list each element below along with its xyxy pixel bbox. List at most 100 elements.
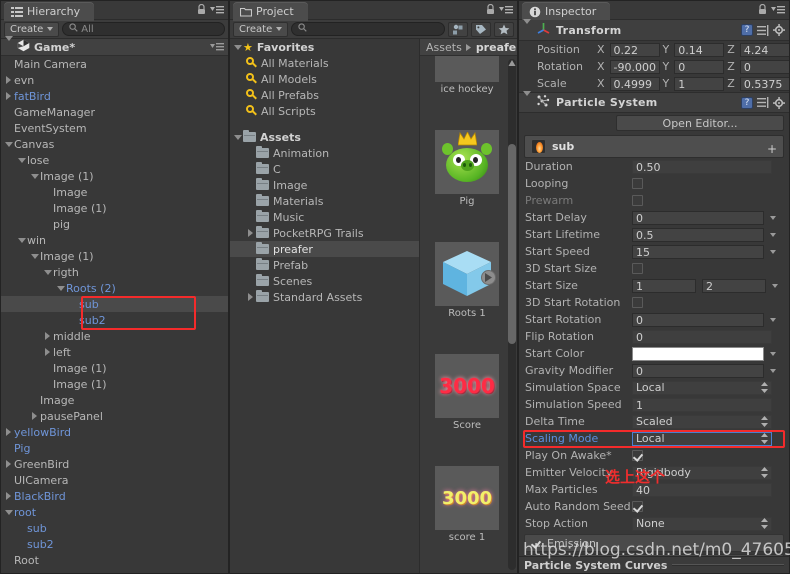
foldout-icon[interactable]: [29, 392, 40, 408]
favorite-all-models[interactable]: All Models: [230, 71, 419, 87]
project-folder-animation[interactable]: Animation: [230, 145, 419, 161]
foldout-icon[interactable]: [245, 177, 256, 193]
foldout-icon[interactable]: [245, 161, 256, 177]
3d-start-rotation-checkbox[interactable]: [632, 297, 643, 308]
foldout-icon[interactable]: [68, 296, 79, 312]
lock-icon[interactable]: [758, 3, 767, 15]
favorites-root[interactable]: ★ Favorites: [230, 39, 419, 55]
foldout-icon[interactable]: [245, 193, 256, 209]
foldout-icon[interactable]: [29, 248, 40, 264]
preset-icon[interactable]: [757, 24, 769, 36]
transform-component-header[interactable]: Transform ?: [519, 18, 789, 41]
transform-rotation-x[interactable]: -90.000: [609, 59, 660, 74]
foldout-icon[interactable]: [3, 504, 14, 520]
hierarchy-item-left[interactable]: left: [1, 344, 228, 360]
foldout-icon[interactable]: [3, 56, 14, 72]
foldout-icon[interactable]: [245, 145, 256, 161]
help-icon[interactable]: ?: [741, 96, 753, 109]
asset-pig[interactable]: Pig: [432, 130, 502, 207]
foldout-icon[interactable]: [232, 129, 243, 145]
start-size-field-max[interactable]: 2: [702, 278, 766, 293]
lock-icon[interactable]: [486, 3, 495, 15]
flip-rotation-field[interactable]: 0: [632, 329, 772, 344]
foldout-icon[interactable]: [3, 552, 14, 568]
foldout-icon[interactable]: [16, 152, 27, 168]
transform-scale-z[interactable]: 0.5375: [739, 76, 789, 91]
hierarchy-item-image-1[interactable]: Image (1): [1, 200, 228, 216]
favorite-all-materials[interactable]: All Materials: [230, 55, 419, 71]
tab-hierarchy[interactable]: Hierarchy: [4, 2, 95, 21]
hierarchy-item-yellowbird[interactable]: yellowBird: [1, 424, 228, 440]
project-folder-image[interactable]: Image: [230, 177, 419, 193]
transform-scale-y[interactable]: 1: [674, 76, 725, 91]
transform-rotation-y[interactable]: 0: [674, 59, 725, 74]
foldout-icon[interactable]: [3, 472, 14, 488]
delta-time-dropdown[interactable]: Scaled: [632, 414, 772, 429]
property-dropdown-icon[interactable]: [770, 317, 776, 322]
foldout-icon[interactable]: [16, 520, 27, 536]
foldout-icon[interactable]: [245, 241, 256, 257]
hierarchy-item-greenbird[interactable]: GreenBird: [1, 456, 228, 472]
project-folder-pocketrpg-trails[interactable]: PocketRPG Trails: [230, 225, 419, 241]
start-lifetime-field[interactable]: 0.5: [632, 227, 764, 242]
play-on-awake-checkbox[interactable]: [632, 450, 643, 461]
hierarchy-item-roots-2[interactable]: Roots (2): [1, 280, 228, 296]
particle-module-name-row[interactable]: sub +: [524, 135, 784, 158]
foldout-icon[interactable]: [42, 184, 53, 200]
module-emission[interactable]: Emission: [524, 534, 784, 552]
foldout-icon[interactable]: [245, 289, 256, 305]
property-dropdown-icon[interactable]: [770, 232, 776, 237]
start-color-swatch[interactable]: [632, 346, 764, 361]
transform-position-z[interactable]: 4.24: [739, 42, 789, 57]
hierarchy-item-blackbird[interactable]: BlackBird: [1, 488, 228, 504]
foldout-icon[interactable]: [3, 136, 14, 152]
property-dropdown-icon[interactable]: [770, 249, 776, 254]
transform-position-y[interactable]: 0.14: [674, 42, 725, 57]
foldout-icon[interactable]: [232, 39, 243, 55]
tab-inspector[interactable]: Inspector: [522, 2, 611, 21]
hierarchy-item-evn[interactable]: evn: [1, 72, 228, 88]
hierarchy-item-image-1[interactable]: Image (1): [1, 168, 228, 184]
foldout-icon[interactable]: [42, 216, 53, 232]
hierarchy-item-root[interactable]: root: [1, 504, 228, 520]
transform-position-x[interactable]: 0.22: [609, 42, 660, 57]
asset-ice-hockey[interactable]: ice hockey: [432, 56, 502, 95]
panel-menu-icon[interactable]: [210, 5, 224, 15]
module-emission-checkbox[interactable]: [531, 538, 542, 549]
help-icon[interactable]: ?: [741, 24, 753, 36]
duration-field[interactable]: 0.50: [632, 159, 772, 174]
project-asset-grid[interactable]: Assets preafer ice hockey Pig Roots 1 3000 S…: [420, 39, 517, 573]
hierarchy-item-sub[interactable]: sub: [1, 296, 228, 312]
hierarchy-item-gamemanager[interactable]: GameManager: [1, 104, 228, 120]
foldout-icon[interactable]: [42, 264, 53, 280]
hierarchy-item-lose[interactable]: lose: [1, 152, 228, 168]
foldout-icon[interactable]: [16, 536, 27, 552]
foldout-icon[interactable]: [16, 232, 27, 248]
looping-checkbox[interactable]: [632, 178, 643, 189]
foldout-icon[interactable]: [42, 360, 53, 376]
hierarchy-item-image[interactable]: Image: [1, 392, 228, 408]
particle-system-foldout-icon[interactable]: [523, 91, 531, 109]
project-folder-prefab[interactable]: Prefab: [230, 257, 419, 273]
foldout-icon[interactable]: [42, 328, 53, 344]
auto-random-seed-checkbox[interactable]: [632, 501, 643, 512]
favorite-all-scripts[interactable]: All Scripts: [230, 103, 419, 119]
foldout-icon[interactable]: [3, 488, 14, 504]
stop-action-dropdown[interactable]: None: [632, 516, 772, 531]
gravity-modifier-field[interactable]: 0: [632, 363, 764, 378]
hierarchy-item-sub2[interactable]: sub2: [1, 312, 228, 328]
favorite-all-prefabs[interactable]: All Prefabs: [230, 87, 419, 103]
project-search-input[interactable]: [291, 22, 445, 36]
foldout-icon[interactable]: [3, 120, 14, 136]
asset-roots-1[interactable]: Roots 1: [432, 242, 502, 319]
hierarchy-item-root[interactable]: Root: [1, 552, 228, 568]
foldout-icon[interactable]: [3, 424, 14, 440]
hierarchy-item-canvas[interactable]: Canvas: [1, 136, 228, 152]
hierarchy-item-win[interactable]: win: [1, 232, 228, 248]
filter-by-type-icon[interactable]: [448, 21, 468, 37]
panel-menu-icon[interactable]: [499, 5, 513, 15]
property-dropdown-icon[interactable]: [770, 368, 776, 373]
foldout-icon[interactable]: [68, 312, 79, 328]
transform-rotation-z[interactable]: 0: [739, 59, 789, 74]
hierarchy-item-uicamera[interactable]: UICamera: [1, 472, 228, 488]
